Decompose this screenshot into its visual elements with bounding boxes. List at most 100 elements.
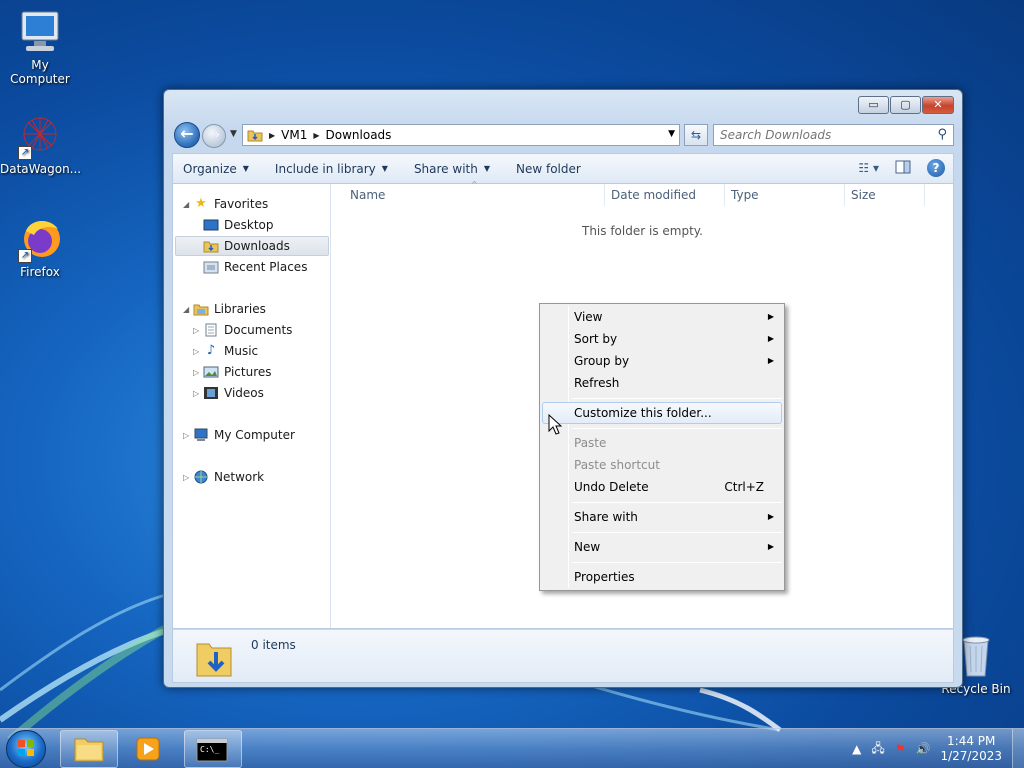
submenu-arrow-icon: ▶ (767, 312, 774, 321)
organize-button[interactable]: Organize ▼ (183, 162, 249, 176)
nav-favorites[interactable]: ★ Favorites (193, 194, 268, 214)
clock-date: 1/27/2023 (940, 749, 1002, 763)
column-divider[interactable] (724, 184, 725, 206)
expand-arrow-icon[interactable]: ▷ (193, 347, 199, 356)
include-in-library-button[interactable]: Include in library ▼ (275, 162, 388, 176)
expand-arrow-icon[interactable]: ◢ (183, 305, 189, 314)
nav-recent-places[interactable]: Recent Places (203, 257, 307, 277)
menu-item-view[interactable]: View ▶ (542, 306, 782, 328)
clock[interactable]: 1:44 PM 1/27/2023 (940, 734, 1002, 764)
chevron-right-icon: ▶ (269, 130, 276, 140)
shortcut-arrow-icon: ↗ (18, 146, 32, 160)
taskbar: C:\_ ▲ 🖧 ⚑ 🔊 1:44 PM 1/27/2023 (0, 728, 1024, 768)
menu-item-label: Group by (574, 354, 630, 368)
menu-item-paste-shortcut[interactable]: Paste shortcut (542, 454, 782, 476)
menu-item-group-by[interactable]: Group by ▶ (542, 350, 782, 372)
column-header-size[interactable]: Size (851, 188, 876, 202)
menu-separator (572, 532, 782, 533)
share-with-button[interactable]: Share with ▼ (414, 162, 490, 176)
nav-libraries[interactable]: Libraries (193, 299, 266, 319)
search-icon[interactable]: ⚲ (937, 127, 947, 142)
desktop-icon-firefox[interactable]: ↗ Firefox (0, 215, 80, 279)
network-icon (193, 470, 209, 484)
downloads-folder-icon (195, 636, 233, 681)
chevron-down-icon[interactable]: ▼ (668, 129, 675, 139)
column-divider[interactable] (604, 184, 605, 206)
downloads-folder-icon (203, 239, 219, 253)
expand-arrow-icon[interactable]: ▷ (183, 431, 189, 440)
nav-my-computer[interactable]: My Computer (193, 425, 295, 445)
preview-pane-icon[interactable] (895, 160, 911, 177)
chevron-right-icon: ▶ (313, 130, 320, 140)
datawagon-icon: ↗ (16, 112, 64, 160)
breadcrumb-downloads[interactable]: Downloads (326, 128, 392, 142)
help-icon[interactable]: ? (927, 159, 945, 177)
maximize-button[interactable]: ▢ (890, 96, 921, 114)
expand-arrow-icon[interactable]: ▷ (193, 389, 199, 398)
taskbar-explorer[interactable] (60, 730, 118, 768)
menu-item-new[interactable]: New ▶ (542, 536, 782, 558)
navigation-bar: ← → ▼ ▶ VM1 ▶ Downloads ▼ ⇆ ⚲ (172, 122, 954, 148)
menu-item-sort-by[interactable]: Sort by ▶ (542, 328, 782, 350)
taskbar-media-player[interactable] (126, 730, 172, 768)
volume-icon[interactable]: 🔊 (916, 742, 931, 756)
music-note-icon: ♪ (206, 343, 216, 358)
close-button[interactable]: ✕ (922, 96, 954, 114)
nav-desktop[interactable]: Desktop (203, 215, 274, 235)
action-center-icon[interactable]: ⚑ (895, 742, 906, 756)
network-status-icon[interactable]: 🖧 (871, 739, 884, 760)
recent-pages-dropdown[interactable]: ▼ (230, 129, 237, 139)
view-controls: ☷ ▾ ? (858, 159, 945, 177)
menu-item-label: Sort by (574, 332, 618, 346)
caret-down-icon: ▼ (242, 164, 249, 173)
view-options-icon[interactable]: ☷ ▾ (858, 161, 879, 175)
expand-arrow-icon[interactable]: ▷ (193, 368, 199, 377)
show-desktop-button[interactable] (1012, 729, 1024, 768)
column-header-date-modified[interactable]: Date modified (611, 188, 696, 202)
desktop-icon-my-computer[interactable]: My Computer (0, 8, 80, 86)
menu-item-undo-delete[interactable]: Undo Delete Ctrl+Z (542, 476, 782, 498)
desktop-icon-label: My Computer (10, 58, 70, 86)
expand-arrow-icon[interactable]: ◢ (183, 200, 189, 209)
computer-icon (193, 428, 209, 442)
menu-item-refresh[interactable]: Refresh (542, 372, 782, 394)
column-header-type[interactable]: Type (731, 188, 759, 202)
nav-network[interactable]: Network (193, 467, 264, 487)
column-divider[interactable] (924, 184, 925, 206)
menu-item-share-with[interactable]: Share with ▶ (542, 506, 782, 528)
refresh-button[interactable]: ⇆ (684, 124, 708, 146)
context-menu: View ▶ Sort by ▶ Group by ▶ Refresh Customi… (539, 303, 785, 591)
nav-pictures[interactable]: Pictures (203, 362, 272, 382)
search-box[interactable]: ⚲ (713, 124, 954, 146)
nav-videos[interactable]: Videos (203, 383, 264, 403)
submenu-arrow-icon: ▶ (767, 356, 774, 365)
pictures-icon (203, 365, 219, 379)
column-header-name[interactable]: Name (350, 188, 385, 202)
forward-button[interactable]: → (202, 124, 226, 148)
back-button[interactable]: ← (174, 122, 200, 148)
navigation-pane: ◢ ★ Favorites Desktop Downloads Recent Pl… (173, 184, 331, 628)
nav-label: Music (224, 344, 259, 358)
menu-item-properties[interactable]: Properties (542, 566, 782, 588)
nav-music[interactable]: ♪ Music (203, 341, 258, 361)
start-button[interactable] (6, 730, 46, 768)
expand-arrow-icon[interactable]: ▷ (183, 473, 189, 482)
minimize-button[interactable]: ▭ (858, 96, 889, 114)
menu-item-paste[interactable]: Paste (542, 432, 782, 454)
show-hidden-icons-icon[interactable]: ▲ (852, 742, 861, 756)
new-folder-button[interactable]: New folder (516, 162, 581, 176)
column-divider[interactable] (844, 184, 845, 206)
desktop-icon-datawagon[interactable]: ↗ DataWagon... (0, 112, 81, 176)
svg-text:C:\_: C:\_ (200, 745, 219, 754)
search-input[interactable] (714, 125, 924, 145)
desktop-icon (203, 218, 219, 232)
expand-arrow-icon[interactable]: ▷ (193, 326, 199, 335)
taskbar-command-prompt[interactable]: C:\_ (184, 730, 242, 768)
address-bar[interactable]: ▶ VM1 ▶ Downloads ▼ (242, 124, 680, 146)
breadcrumb-vm1[interactable]: VM1 (281, 128, 307, 142)
menu-item-customize-folder[interactable]: Customize this folder... (542, 402, 782, 424)
item-count: 0 items (251, 638, 296, 652)
nav-documents[interactable]: Documents (203, 320, 292, 340)
nav-downloads[interactable]: Downloads (175, 236, 329, 256)
arrow-left-icon: ← (180, 124, 194, 143)
